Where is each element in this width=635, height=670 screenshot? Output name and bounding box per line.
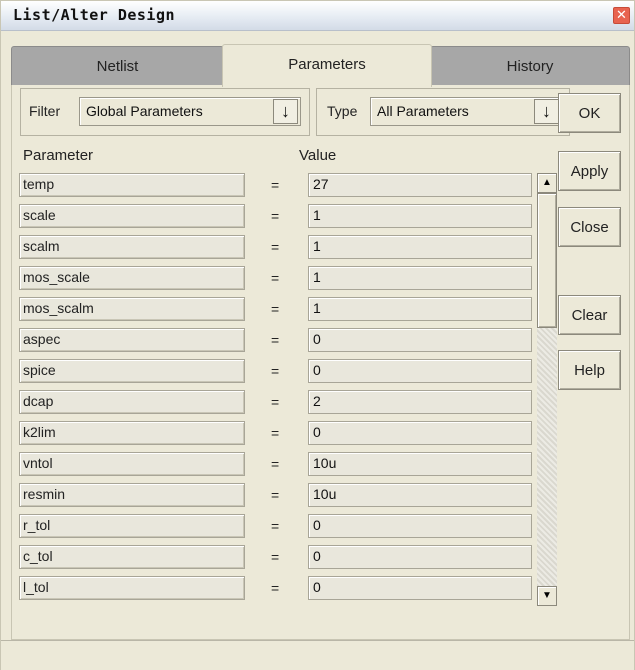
parameter-name: resmin (19, 483, 245, 507)
parameter-name: k2lim (19, 421, 245, 445)
parameter-value-field[interactable]: 27 (308, 173, 532, 197)
tab-parameters[interactable]: Parameters (222, 44, 432, 87)
parameter-column-header: Parameter (23, 147, 94, 164)
tab-history[interactable]: History (430, 46, 630, 86)
equals-sign: = (271, 518, 280, 534)
status-bar (1, 640, 634, 670)
equals-sign: = (271, 549, 280, 565)
equals-sign: = (271, 394, 280, 410)
type-label: Type (327, 103, 358, 119)
apply-button[interactable]: Apply (558, 151, 621, 191)
list-alter-design-window: List/Alter Design ✕ Netlist Parameters H… (0, 0, 635, 670)
parameter-value-field[interactable]: 0 (308, 545, 532, 569)
equals-sign: = (271, 301, 280, 317)
filter-group: Filter Global Parameters ↓ (20, 88, 310, 136)
type-group: Type All Parameters ↓ (316, 88, 570, 136)
help-button[interactable]: Help (558, 350, 621, 390)
parameter-name: mos_scalm (19, 297, 245, 321)
equals-sign: = (271, 239, 280, 255)
window-title: List/Alter Design (13, 6, 176, 24)
equals-sign: = (271, 487, 280, 503)
parameter-name: dcap (19, 390, 245, 414)
equals-sign: = (271, 332, 280, 348)
parameter-value-field[interactable]: 0 (308, 514, 532, 538)
close-button[interactable]: Close (558, 207, 621, 247)
parameter-name: aspec (19, 328, 245, 352)
equals-sign: = (271, 456, 280, 472)
scroll-up-icon[interactable]: ▲ (537, 173, 557, 193)
parameter-name: vntol (19, 452, 245, 476)
parameter-value-field[interactable]: 10u (308, 483, 532, 507)
parameter-value-field[interactable]: 0 (308, 328, 532, 352)
parameter-name: mos_scale (19, 266, 245, 290)
filter-label: Filter (29, 103, 61, 119)
equals-sign: = (271, 270, 280, 286)
equals-sign: = (271, 425, 280, 441)
parameter-value-field[interactable]: 0 (308, 359, 532, 383)
parameter-name: spice (19, 359, 245, 383)
title-bar[interactable]: List/Alter Design ✕ (1, 1, 634, 31)
arrow-down-icon[interactable]: ↓ (534, 99, 559, 124)
close-window-icon[interactable]: ✕ (613, 7, 630, 24)
equals-sign: = (271, 580, 280, 596)
parameter-name: scale (19, 204, 245, 228)
scrollbar-thumb[interactable] (537, 193, 557, 328)
parameter-name: temp (19, 173, 245, 197)
tab-netlist[interactable]: Netlist (11, 46, 224, 86)
parameter-name: scalm (19, 235, 245, 259)
value-column-header: Value (299, 147, 337, 164)
parameter-value-field[interactable]: 0 (308, 576, 532, 600)
equals-sign: = (271, 208, 280, 224)
tab-strip: Netlist Parameters History (11, 44, 630, 87)
ok-button[interactable]: OK (558, 93, 621, 133)
parameter-value-field[interactable]: 1 (308, 297, 532, 321)
type-value: All Parameters (377, 103, 469, 119)
vertical-scrollbar[interactable]: ▲ ▼ (537, 173, 557, 606)
parameter-value-field[interactable]: 2 (308, 390, 532, 414)
parameter-name: r_tol (19, 514, 245, 538)
parameter-value-field[interactable]: 0 (308, 421, 532, 445)
clear-button[interactable]: Clear (558, 295, 621, 335)
equals-sign: = (271, 363, 280, 379)
type-dropdown[interactable]: All Parameters ↓ (370, 97, 562, 126)
equals-sign: = (271, 177, 280, 193)
parameter-name: c_tol (19, 545, 245, 569)
parameter-value-field[interactable]: 10u (308, 452, 532, 476)
filter-value: Global Parameters (86, 103, 203, 119)
parameter-value-field[interactable]: 1 (308, 204, 532, 228)
arrow-down-icon[interactable]: ↓ (273, 99, 298, 124)
scroll-down-icon[interactable]: ▼ (537, 586, 557, 606)
parameter-name: l_tol (19, 576, 245, 600)
parameter-value-field[interactable]: 1 (308, 235, 532, 259)
filter-dropdown[interactable]: Global Parameters ↓ (79, 97, 301, 126)
parameter-value-field[interactable]: 1 (308, 266, 532, 290)
